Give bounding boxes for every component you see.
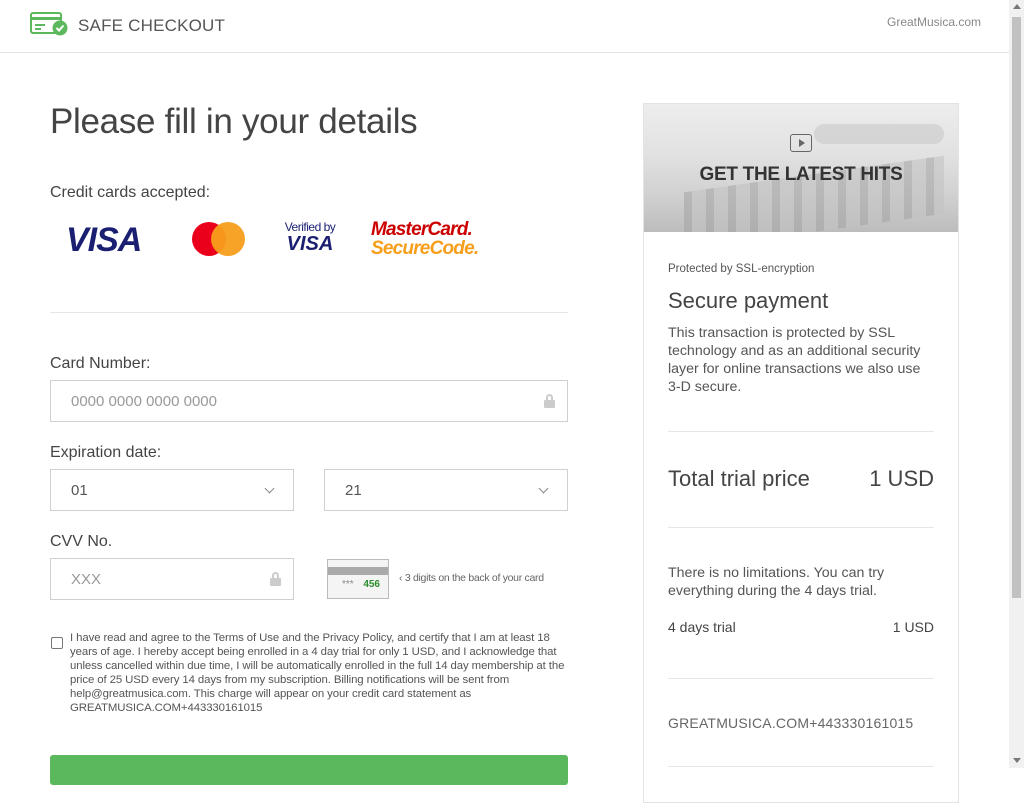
total-price-value: 1 USD xyxy=(869,466,934,491)
checkout-card-check-icon xyxy=(30,12,68,36)
exp-month-value: 01 xyxy=(71,482,88,499)
expiration-label: Expiration date: xyxy=(50,444,162,461)
chevron-down-icon xyxy=(538,483,549,494)
terms-checkbox[interactable] xyxy=(51,637,63,649)
summary-divider xyxy=(668,527,934,528)
lock-icon xyxy=(270,572,281,586)
submit-button[interactable] xyxy=(50,755,568,785)
cvv-hint: ‹ 3 digits on the back of your card xyxy=(399,572,544,584)
banner-title: GET THE LATEST HITS xyxy=(699,164,903,185)
no-limit-text: There is no limitations. You can try eve… xyxy=(668,565,885,599)
total-price-label: Total trial price xyxy=(668,466,810,491)
form-divider xyxy=(50,312,568,313)
cvv-image-digits: 456 xyxy=(363,579,380,590)
verified-by-visa-logo: Verified by VISA xyxy=(278,220,342,260)
cvv-hint-text: 3 digits on the back of your card xyxy=(404,572,544,584)
securecode-line1: MasterCard. xyxy=(371,219,473,240)
cvv-label: CVV No. xyxy=(50,533,113,550)
summary-divider xyxy=(668,766,934,767)
exp-month-select[interactable]: 01 xyxy=(50,469,294,511)
summary-divider xyxy=(668,678,934,679)
secure-payment-text: This transaction is protected by SSL tec… xyxy=(668,325,921,395)
play-icon xyxy=(790,134,812,152)
trial-label: 4 days trial xyxy=(668,619,736,635)
terms-text: I have read and agree to the Terms of Us… xyxy=(70,632,565,714)
card-number-placeholder: 0000 0000 0000 0000 xyxy=(71,393,217,410)
vbv-line1: Verified by xyxy=(284,220,336,234)
exp-year-value: 21 xyxy=(345,482,362,499)
cvv-input[interactable]: XXX xyxy=(50,558,294,600)
vertical-scrollbar[interactable] xyxy=(1009,0,1024,768)
order-summary-panel: GET THE LATEST HITS Protected by SSL-enc… xyxy=(643,103,959,803)
securecode-line2: SecureCode. xyxy=(371,238,479,259)
mastercard-logo xyxy=(190,220,246,260)
trial-value: 1 USD xyxy=(892,619,934,635)
scroll-up-arrow-icon[interactable] xyxy=(1013,4,1021,9)
cvv-placeholder: XXX xyxy=(71,571,102,588)
scrollbar-thumb[interactable] xyxy=(1012,17,1021,598)
site-link[interactable]: GreatMusica.com xyxy=(887,15,981,29)
top-header: SAFE CHECKOUT GreatMusica.com xyxy=(0,0,1009,53)
billing-descriptor: GREATMUSICA.COM+443330161015 xyxy=(668,715,914,731)
visa-logo: VISA xyxy=(66,221,142,259)
ssl-note: Protected by SSL-encryption xyxy=(668,263,815,275)
exp-year-select[interactable]: 21 xyxy=(324,469,568,511)
card-number-label: Card Number: xyxy=(50,355,151,372)
page-title: Please fill in your details xyxy=(50,102,418,141)
lock-icon xyxy=(544,394,555,408)
card-number-input[interactable]: 0000 0000 0000 0000 xyxy=(50,380,568,422)
vbv-line2: VISA xyxy=(286,233,334,255)
summary-divider xyxy=(668,431,934,432)
cvv-image-stars: *** xyxy=(342,579,354,590)
cards-accepted-label: Credit cards accepted: xyxy=(50,184,211,201)
secure-payment-title: Secure payment xyxy=(668,288,829,313)
mastercard-securecode-logo: MasterCard. SecureCode. xyxy=(371,219,479,260)
promo-banner: GET THE LATEST HITS xyxy=(644,104,958,232)
cvv-card-back-image: *** 456 xyxy=(327,559,389,599)
scroll-down-arrow-icon[interactable] xyxy=(1013,758,1021,763)
chevron-down-icon xyxy=(264,483,275,494)
brand-title: SAFE CHECKOUT xyxy=(78,16,226,35)
